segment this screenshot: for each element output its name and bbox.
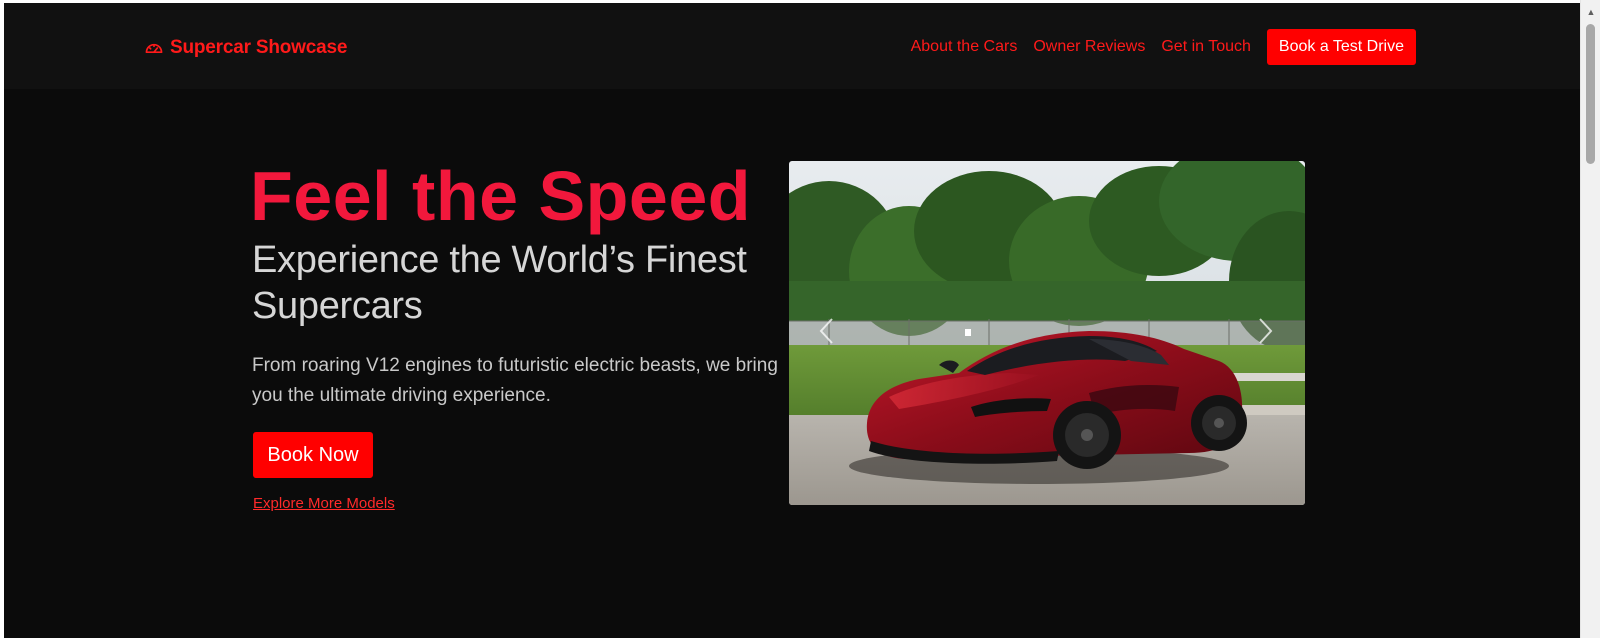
book-now-button[interactable]: Book Now <box>253 432 373 478</box>
chevron-left-icon <box>819 318 833 344</box>
nav-link-reviews[interactable]: Owner Reviews <box>1033 38 1145 56</box>
page: Supercar Showcase About the Cars Owner R… <box>4 3 1580 638</box>
hero-title: Feel the Speed <box>250 157 752 235</box>
carousel-prev-button[interactable] <box>811 311 841 351</box>
carousel-indicators <box>965 329 971 336</box>
book-test-drive-button[interactable]: Book a Test Drive <box>1266 29 1416 65</box>
scrollbar-thumb[interactable] <box>1586 24 1595 164</box>
explore-more-models-link[interactable]: Explore More Models <box>253 495 395 512</box>
scrollbar[interactable]: ▲ <box>1580 0 1600 638</box>
hero-subtitle: Experience the World’s Finest Supercars <box>252 239 747 327</box>
brand-logo[interactable]: Supercar Showcase <box>144 36 347 60</box>
brand-name: Supercar Showcase <box>170 37 348 58</box>
nav-links: About the Cars Owner Reviews Get in Touc… <box>911 29 1416 65</box>
hero-description: From roaring V12 engines to futuristic e… <box>252 355 778 406</box>
navbar: Supercar Showcase About the Cars Owner R… <box>4 3 1580 89</box>
speedometer-icon <box>145 43 163 54</box>
carousel-indicator[interactable] <box>965 329 971 336</box>
car-carousel[interactable] <box>789 161 1305 505</box>
chevron-right-icon <box>1259 318 1273 344</box>
nav-link-about[interactable]: About the Cars <box>911 38 1018 56</box>
scroll-up-arrow-icon[interactable]: ▲ <box>1581 6 1600 18</box>
red-supercar-photo <box>789 161 1305 505</box>
carousel-next-button[interactable] <box>1251 311 1281 351</box>
nav-link-contact[interactable]: Get in Touch <box>1161 38 1251 56</box>
